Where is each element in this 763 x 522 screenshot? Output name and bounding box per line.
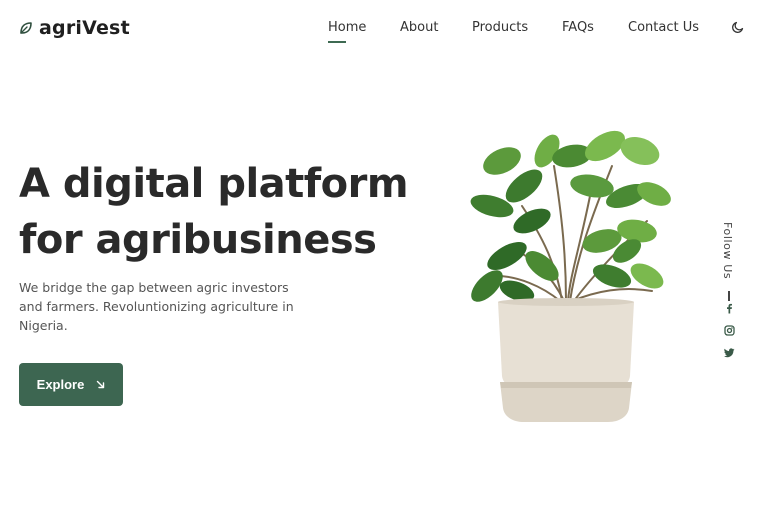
nav-faqs-label: FAQs <box>562 20 594 35</box>
nav-about-label: About <box>400 20 439 35</box>
explore-button-label: Explore <box>36 377 85 392</box>
main-nav: Home About Products FAQs Contact Us <box>0 20 763 44</box>
nav-faqs[interactable]: FAQs <box>562 20 594 35</box>
follow-divider <box>728 291 730 301</box>
facebook-icon[interactable] <box>724 303 735 314</box>
site-header: agriVest Home About Products FAQs Contac… <box>0 0 763 58</box>
twitter-icon[interactable] <box>724 347 735 358</box>
nav-contact-label: Contact Us <box>628 20 699 35</box>
nav-about[interactable]: About <box>400 20 438 35</box>
hero-description: We bridge the gap between agric investor… <box>19 280 294 333</box>
hero-title-line-1: A digital platform <box>19 161 409 207</box>
instagram-icon[interactable] <box>724 325 735 336</box>
theme-toggle-button[interactable] <box>731 20 745 34</box>
moon-icon <box>731 20 745 34</box>
hero-title: A digital platform for agribusiness <box>19 156 439 268</box>
hero-title-line-2: for agribusiness <box>19 217 377 263</box>
nav-products-label: Products <box>472 20 529 35</box>
explore-button[interactable]: Explore <box>19 363 123 406</box>
arrow-down-right-icon <box>96 380 105 389</box>
nav-active-indicator <box>328 41 346 43</box>
nav-home[interactable]: Home <box>328 20 367 43</box>
nav-contact[interactable]: Contact Us <box>628 20 699 35</box>
potted-plant-image <box>462 126 682 426</box>
nav-products[interactable]: Products <box>472 20 528 35</box>
social-sidebar: Follow Us <box>716 222 742 362</box>
nav-home-label: Home <box>328 20 367 35</box>
follow-us-label: Follow Us <box>721 222 734 280</box>
